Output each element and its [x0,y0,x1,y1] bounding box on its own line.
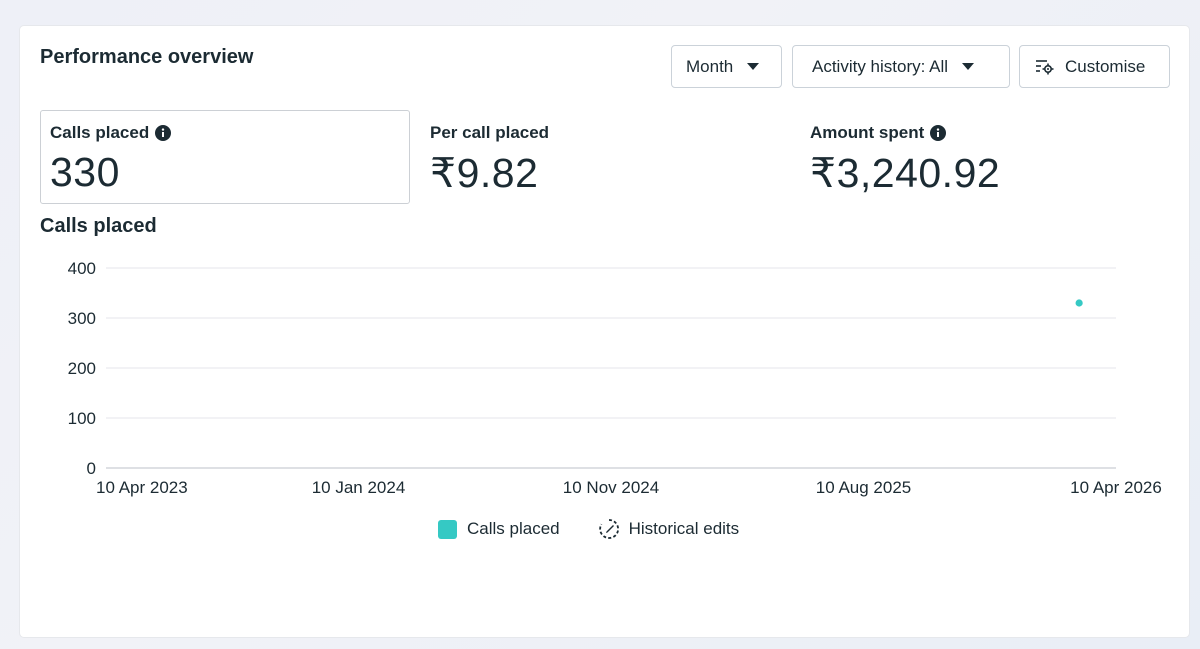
chart-title: Calls placed [40,215,157,237]
panel-title: Performance overview [40,46,254,68]
period-dropdown-label: Month [686,56,734,76]
activity-history-label: Activity history: All [812,56,949,76]
period-dropdown[interactable]: Month [671,45,782,88]
x-tick-label: 10 Apr 2023 [96,478,188,497]
metric-label: Per call placed [430,123,550,142]
historical-edits-icon [598,518,620,540]
metric-value: 330 [50,149,120,195]
legend-swatch [438,519,457,539]
metric-card-amount-spent[interactable]: Amount spent ₹3,240.92 [810,110,1170,204]
x-tick-label: 10 Aug 2025 [816,478,911,497]
metric-value: ₹9.82 [430,150,539,196]
metric-card-calls-placed[interactable]: Calls placed 330 [40,110,410,204]
y-tick-label: 400 [68,259,96,278]
legend-label: Calls placed [467,519,560,538]
legend-item-calls-placed[interactable]: Calls placed [438,519,560,539]
x-tick-label: 10 Nov 2024 [563,478,659,497]
legend-item-historical-edits[interactable]: Historical edits [598,518,740,540]
y-tick-label: 200 [68,359,96,378]
chevron-down-icon [747,63,760,70]
calls-placed-chart: 0 100 200 300 400 10 Apr 2023 10 Jan 2024 10 No… [68,259,1162,497]
activity-history-dropdown[interactable]: Activity history: All [792,45,1010,88]
info-icon[interactable] [155,125,172,141]
chart-legend: Calls placed Historical edits [438,518,739,540]
x-tick-label: 10 Apr 2026 [1070,478,1162,497]
y-tick-label: 100 [68,409,96,428]
y-tick-label: 300 [68,309,96,328]
performance-overview-panel: Performance overview Month Activity hist… [20,26,1189,637]
y-tick-label: 0 [87,459,96,478]
x-tick-label: 10 Jan 2024 [312,478,406,497]
chevron-down-icon [962,63,975,70]
metric-label: Amount spent [810,123,925,142]
customise-button[interactable]: Customise [1019,45,1170,88]
metric-label: Calls placed [50,123,150,142]
customise-label: Customise [1065,56,1146,76]
data-point[interactable] [1075,299,1083,307]
legend-label: Historical edits [628,519,740,538]
info-icon[interactable] [930,125,947,141]
metric-value: ₹3,240.92 [810,150,1001,196]
customise-icon [1035,58,1055,76]
metric-card-per-call-placed[interactable]: Per call placed ₹9.82 [430,110,790,204]
